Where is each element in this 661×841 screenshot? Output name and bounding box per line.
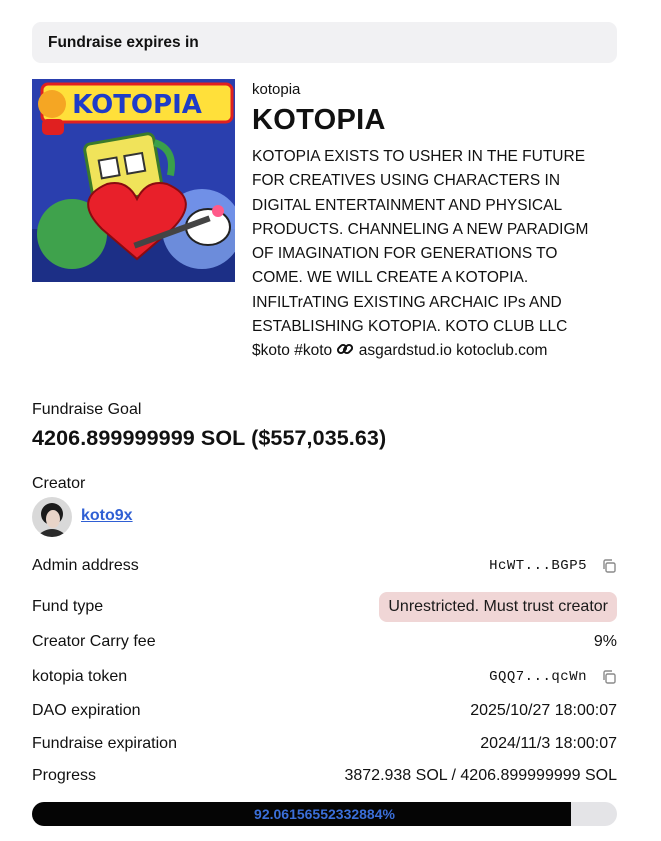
project-info: kotopia KOTOPIA KOTOPIA EXISTS TO USHER … xyxy=(252,80,622,367)
admin-address-label: Admin address xyxy=(32,557,139,574)
copy-icon[interactable] xyxy=(601,669,617,685)
project-title: KOTOPIA xyxy=(252,104,386,136)
progress-label: Progress xyxy=(32,767,97,784)
token-address-value: GQQ7...qcWn xyxy=(489,669,587,685)
carry-fee-label: Creator Carry fee xyxy=(32,633,156,650)
description-line: INFILTrATING EXISTING ARCHAIC IPs AND xyxy=(252,293,562,311)
fundraise-expiration-row: Fundraise expiration 2024/11/3 18:00:07 xyxy=(32,735,617,753)
description-line: OF IMAGINATION FOR GENERATIONS TO xyxy=(252,245,558,263)
carry-fee-row: Creator Carry fee 9% xyxy=(32,633,617,651)
fundraise-goal-value: 4206.899999999 SOL ($557,035.63) xyxy=(32,426,387,450)
fundraise-expiration-label: Fundraise expiration xyxy=(32,735,177,752)
cover-logo-text: KOTOPIA xyxy=(72,90,202,120)
dao-expiration-value: 2025/10/27 18:00:07 xyxy=(470,702,617,719)
description-line: ESTABLISHING KOTOPIA. KOTO CLUB LLC xyxy=(252,318,568,336)
dao-expiration-row: DAO expiration 2025/10/27 18:00:07 xyxy=(32,702,617,720)
admin-address-row: Admin address HcWT...BGP5 xyxy=(32,557,617,575)
fundraise-expires-label: Fundraise expires in xyxy=(48,33,199,51)
progress-value: 3872.938 SOL / 4206.899999999 SOL xyxy=(344,767,617,784)
carry-fee-value: 9% xyxy=(593,633,617,650)
description-line: FOR CREATIVES USING CHARACTERS IN xyxy=(252,172,561,190)
copy-icon[interactable] xyxy=(601,558,617,574)
admin-address-value: HcWT...BGP5 xyxy=(489,558,587,574)
creator-label: Creator xyxy=(32,475,86,492)
fund-type-label: Fund type xyxy=(32,597,104,615)
creator-name-link[interactable]: koto9x xyxy=(81,507,133,525)
avatar[interactable] xyxy=(32,497,72,537)
description-line: COME. WE WILL CREATE A KOTOPIA. xyxy=(252,269,529,287)
fund-type-badge: Unrestricted. Must trust creator xyxy=(379,591,617,622)
description-line-links: $koto #koto asgardstud.io kotoclub.com xyxy=(252,339,614,366)
progress-bar: 92.06156552332884% xyxy=(32,802,617,826)
project-description: KOTOPIA EXISTS TO USHER IN THE FUTURE FO… xyxy=(252,145,614,367)
dao-expiration-label: DAO expiration xyxy=(32,702,141,719)
project-cover-image: KOTOPIA xyxy=(32,79,235,282)
description-links[interactable]: asgardstud.io kotoclub.com xyxy=(359,342,548,359)
fundraise-goal-label: Fundraise Goal xyxy=(32,401,142,418)
fundraise-expiration-value: 2024/11/3 18:00:07 xyxy=(480,735,617,752)
token-label: kotopia token xyxy=(32,668,128,685)
fund-type-row: Fund type Unrestricted. Must trust creat… xyxy=(32,590,617,623)
description-tags: $koto #koto xyxy=(252,342,333,360)
description-line: KOTOPIA EXISTS TO USHER IN THE FUTURE xyxy=(252,148,586,165)
link-icon xyxy=(336,340,354,366)
description-line: DIGITAL ENTERTAINMENT AND PHYSICAL xyxy=(252,196,563,214)
progress-percent: 92.06156552332884% xyxy=(254,806,395,822)
token-row: kotopia token GQQ7...qcWn xyxy=(32,668,617,686)
progress-row: Progress 3872.938 SOL / 4206.899999999 S… xyxy=(32,767,617,785)
fundraise-expires-banner: Fundraise expires in xyxy=(32,22,617,63)
project-slug: kotopia xyxy=(252,81,301,98)
description-line: PRODUCTS. CHANNELING A NEW PARADIGM xyxy=(252,220,589,238)
